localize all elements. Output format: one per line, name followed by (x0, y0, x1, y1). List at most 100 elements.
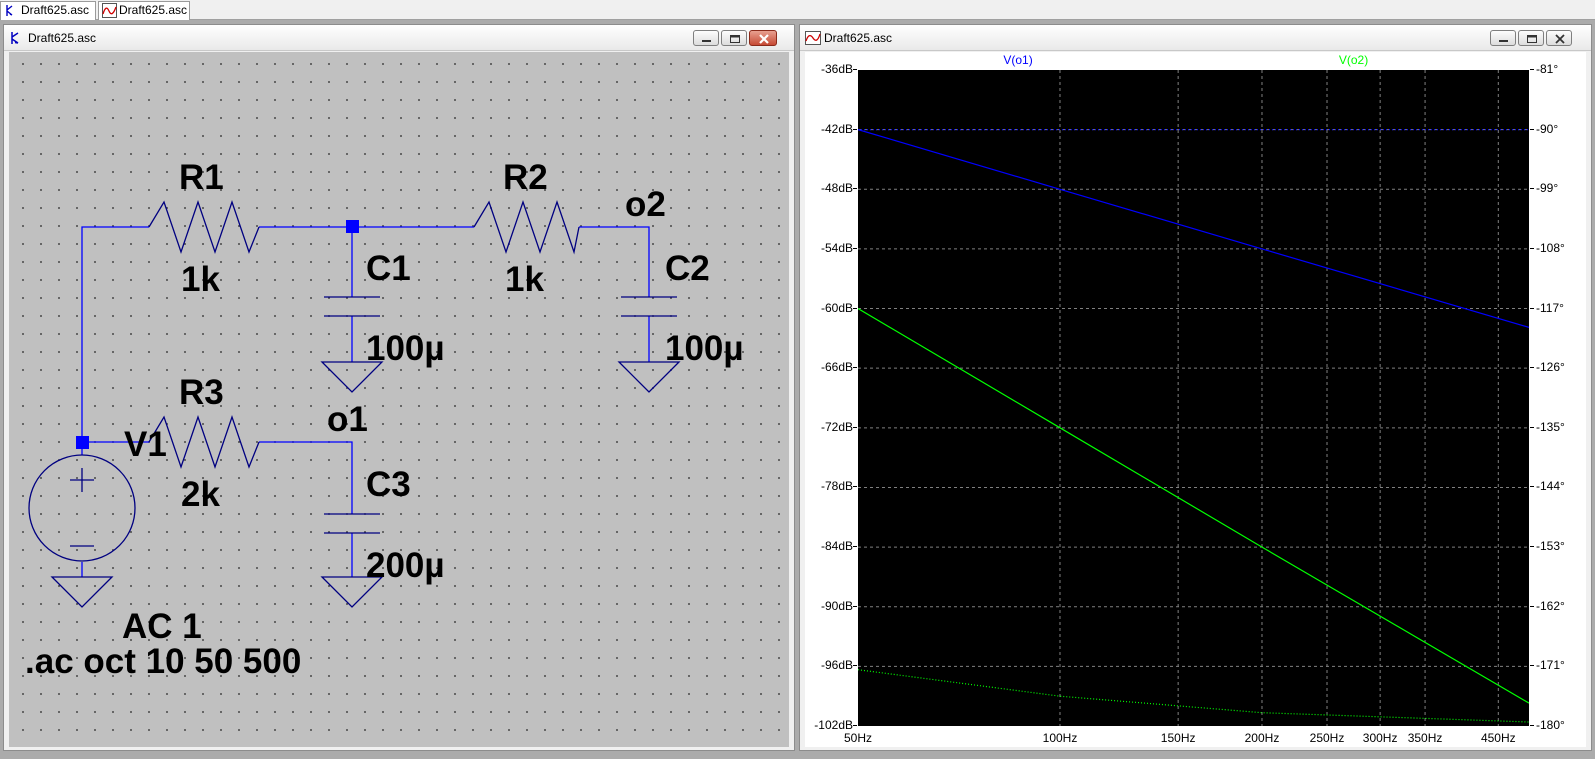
y-tick-label-left: -90dB (820, 598, 853, 613)
v1-value-label: AC 1 (122, 607, 202, 646)
y-tick-label-left: -48dB (820, 181, 853, 196)
y-tick-label-left: -72dB (820, 419, 853, 434)
waveform-icon (805, 31, 821, 45)
y-tick-mark-right (1530, 367, 1534, 369)
y-tick-label-right: -126° (1536, 360, 1565, 375)
y-tick-mark-right (1530, 725, 1534, 726)
window-title: Draft625.asc (28, 31, 97, 45)
close-button[interactable] (1546, 30, 1572, 46)
y-tick-label-right: -117° (1536, 300, 1564, 315)
v1-name-label: V1 (124, 425, 167, 464)
y-tick-mark-right (1530, 307, 1534, 309)
y-tick-label-right: -171° (1536, 658, 1565, 673)
y-tick-mark-right (1530, 426, 1534, 428)
y-tick-label-right: -135° (1536, 419, 1565, 434)
plot-area[interactable] (857, 69, 1530, 727)
y-tick-mark-right (1530, 605, 1534, 607)
close-icon (1555, 34, 1565, 44)
minimize-icon (702, 40, 711, 42)
y-tick-mark-right (1530, 188, 1534, 190)
ground-v1-symbol (50, 576, 114, 608)
y-tick-label-right: -99° (1536, 181, 1559, 196)
x-tick-label: 450Hz (1480, 731, 1516, 745)
y-tick-label-left: -42dB (820, 121, 853, 136)
tab-label: Draft625.asc (21, 3, 90, 17)
spice-directive[interactable]: .ac oct 10 50 500 (25, 644, 301, 679)
maximize-button[interactable] (1518, 30, 1544, 46)
net-label-o1: o1 (327, 400, 368, 439)
y-tick-label-right: -153° (1536, 539, 1565, 554)
y-tick-mark-right (1530, 665, 1534, 667)
y-tick-mark-right (1530, 128, 1534, 130)
capacitor-c1-symbol (324, 296, 380, 317)
maximize-icon (730, 35, 740, 43)
document-tab-strip: Draft625.asc Draft625.asc (0, 0, 1595, 20)
y-tick-label-left: -60dB (820, 300, 853, 315)
c2-name-label: C2 (665, 249, 710, 288)
waveform-window[interactable]: Draft625.asc -36dB -42dB -48dB -54dB -60dB -6… (799, 24, 1592, 751)
x-tick-label: 50Hz (843, 731, 872, 745)
y-tick-label-right: -90° (1536, 121, 1559, 136)
series-phase-line (858, 669, 1529, 723)
y-tick-label-left: -102dB (814, 718, 853, 732)
wire-r2-c2 (579, 226, 650, 297)
tab-waveform[interactable]: Draft625.asc (98, 1, 190, 20)
x-tick-label: 150Hz (1160, 731, 1196, 745)
plot-pane[interactable]: -36dB -42dB -48dB -54dB -60dB -66dB -72dB -78dB… (805, 52, 1586, 747)
c2-value-label: 100µ (665, 329, 744, 368)
y-tick-label-left: -78dB (820, 479, 853, 494)
c1-name-label: C1 (366, 249, 411, 288)
schematic-icon (11, 32, 19, 44)
y-tick-mark-right (1530, 247, 1534, 249)
y-tick-mark-right (1530, 486, 1534, 488)
y-tick-mark-right (1530, 546, 1534, 548)
y-tick-label-right: -162° (1536, 598, 1565, 613)
series-magnitude-line (858, 129, 1529, 328)
schematic-icon (6, 5, 13, 16)
y-tick-label-left: -96dB (820, 658, 853, 673)
schematic-window[interactable]: Draft625.asc R1 1k R2 1k o2 C1 100µ C2 1… (3, 24, 795, 751)
y-tick-label-left: -84dB (820, 539, 853, 554)
close-icon (759, 34, 769, 44)
maximize-icon (1527, 35, 1537, 43)
window-title: Draft625.asc (824, 31, 893, 45)
wire-r3-c3 (259, 441, 353, 514)
y-tick-mark-right (1530, 69, 1534, 70)
r1-value-label: 1k (181, 260, 220, 299)
r3-name-label: R3 (179, 373, 224, 412)
y-tick-label-right: -144° (1536, 479, 1565, 494)
x-tick-label: 250Hz (1309, 731, 1345, 745)
ltspice-workspace: Draft625.asc Draft625.asc Draft625.asc R… (0, 0, 1595, 759)
x-tick-label: 100Hz (1042, 731, 1078, 745)
y-tick-label-right: -81° (1536, 62, 1559, 76)
resistor-r1-symbol (148, 199, 260, 255)
tab-label: Draft625.asc (119, 3, 188, 17)
minimize-button[interactable] (1490, 30, 1516, 46)
c1-value-label: 100µ (366, 329, 445, 368)
tab-schematic[interactable]: Draft625.asc (0, 1, 96, 20)
close-button[interactable] (749, 30, 777, 46)
y-tick-label-left: -54dB (820, 240, 853, 255)
waveform-icon (102, 3, 117, 18)
junction-n1 (346, 220, 359, 233)
capacitor-c2-symbol (621, 296, 677, 317)
y-tick-label-left: -36dB (820, 62, 853, 76)
series-label: V(o1) (1003, 53, 1033, 67)
wire-top-left (81, 226, 149, 442)
y-tick-label-right: -180° (1536, 718, 1565, 732)
plot-svg (858, 70, 1529, 726)
schematic-canvas[interactable]: R1 1k R2 1k o2 C1 100µ C2 100µ R3 2k o1 … (9, 52, 789, 747)
y-tick-label-left: -66dB (820, 360, 853, 375)
x-tick-label: 300Hz (1362, 731, 1398, 745)
x-tick-label: 350Hz (1407, 731, 1443, 745)
waveform-window-titlebar[interactable]: Draft625.asc (800, 25, 1591, 51)
r2-name-label: R2 (503, 158, 548, 197)
c3-name-label: C3 (366, 465, 411, 504)
schematic-window-titlebar[interactable]: Draft625.asc (4, 25, 794, 51)
voltage-source-plus (70, 468, 94, 492)
c3-value-label: 200µ (366, 546, 445, 585)
minimize-button[interactable] (693, 30, 719, 46)
r1-name-label: R1 (179, 158, 224, 197)
r2-value-label: 1k (505, 260, 544, 299)
maximize-button[interactable] (721, 30, 747, 46)
